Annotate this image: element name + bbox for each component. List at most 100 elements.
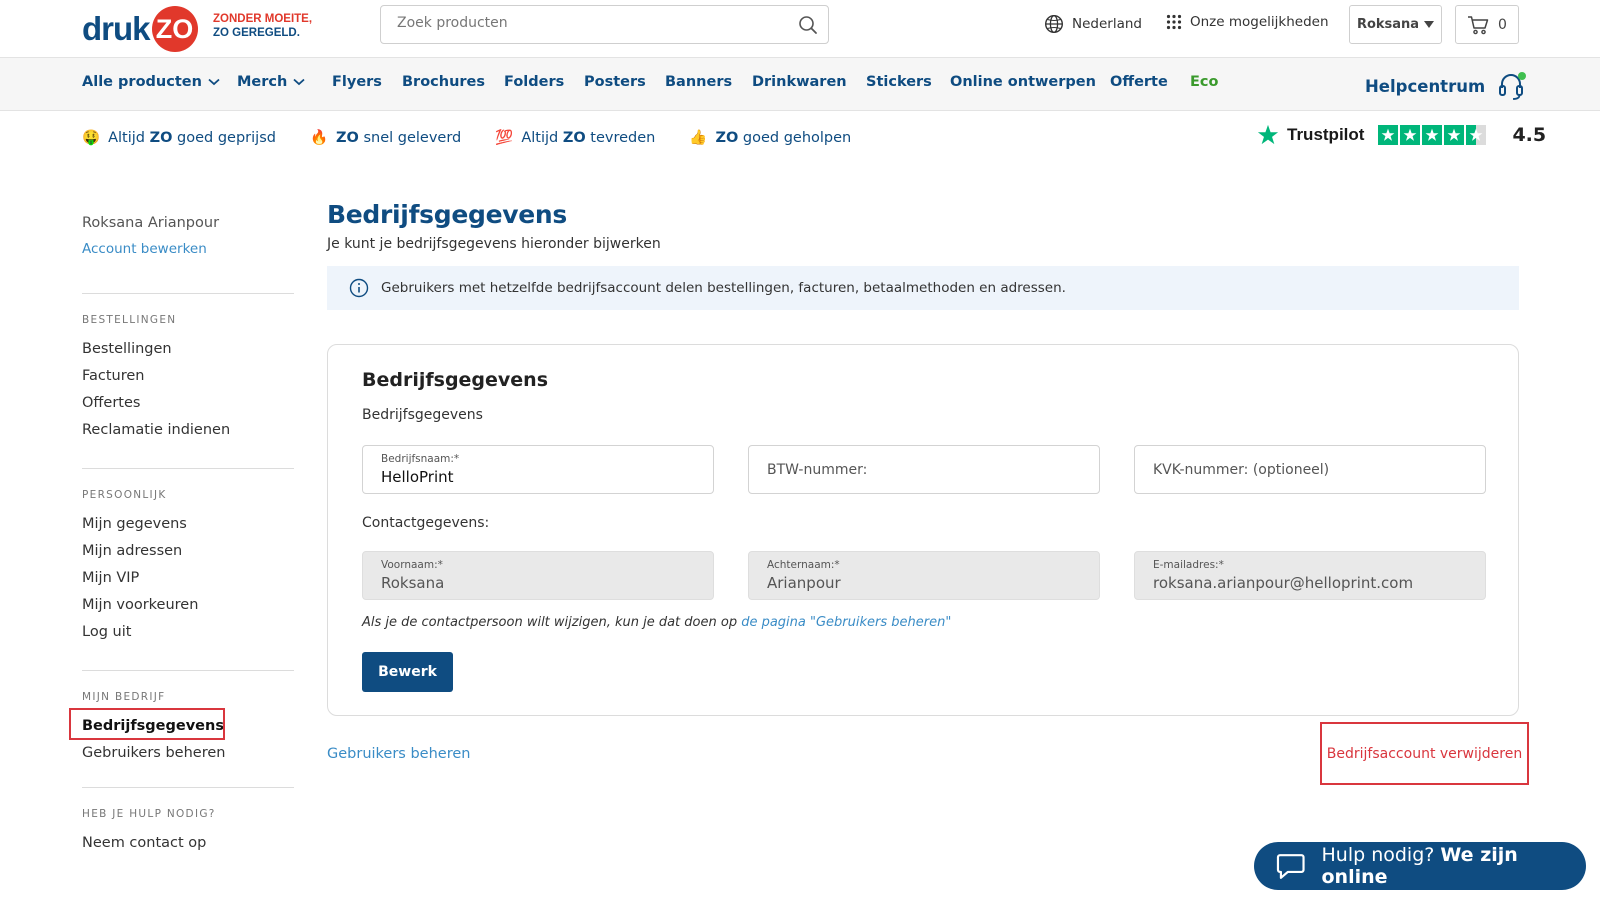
kvk-number-placeholder: KVK-nummer: (optioneel) [1153,462,1330,478]
highlight-annotation-sidebar [69,708,225,740]
chat-widget-button[interactable]: Hulp nodig? We zijn online [1254,842,1586,890]
sidebar-divider [82,787,294,788]
last-name-label: Achternaam:* [767,559,840,571]
search-icon[interactable] [798,15,818,35]
delete-company-account-link[interactable]: Bedrijfsaccount verwijderen [1320,722,1529,785]
sidebar-item-neem-contact-op[interactable]: Neem contact op [82,830,294,857]
manage-users-link[interactable]: Gebruikers beheren [327,746,470,762]
sidebar-group-orders: BESTELLINGEN Bestellingen Facturen Offer… [82,293,294,444]
search-bar [380,5,829,44]
nav-item-posters[interactable]: Posters [584,74,646,90]
trustpilot-star-icon [1257,124,1279,145]
sidebar-user-name: Roksana Arianpour [82,215,220,231]
money-face-emoji-icon: 🤑 [82,130,101,146]
sidebar-item-mijn-voorkeuren[interactable]: Mijn voorkeuren [82,592,294,619]
trustpilot-score: 4.5 [1512,124,1547,146]
nav-item-drinkwaren[interactable]: Drinkwaren [752,74,847,90]
sidebar-item-log-uit[interactable]: Log uit [82,619,294,646]
trustpilot-widget[interactable]: Trustpilot 4.5 [1257,124,1546,146]
sidebar-item-mijn-adressen[interactable]: Mijn adressen [82,538,294,565]
chat-bubble-icon [1276,854,1305,879]
usp-text: ZO snel geleverd [336,129,462,146]
usp-bar: 🤑 Altijd ZO goed geprijsd 🔥 ZO snel gele… [82,129,851,147]
manage-users-page-link[interactable]: de pagina "Gebruikers beheren" [741,615,951,630]
last-name-field: Achternaam:* Arianpour [748,551,1100,600]
nav-item-online-ontwerpen[interactable]: Online ontwerpen [950,74,1096,90]
category-nav: Alle producten Merch Flyers Brochures Fo… [0,58,1600,111]
nav-item-offerte[interactable]: Offerte [1110,74,1168,90]
sidebar-item-bestellingen[interactable]: Bestellingen [82,336,294,363]
logo[interactable]: druk ZO [82,6,198,52]
logo-circle: ZO [151,6,198,52]
globe-icon [1044,14,1064,34]
chevron-down-icon [208,78,220,86]
cart-button[interactable]: 0 [1455,5,1519,44]
search-input[interactable] [397,15,777,31]
nav-item-merch[interactable]: Merch [237,74,305,90]
email-field: E-mailadres:* roksana.arianpour@hellopri… [1134,551,1486,600]
sidebar-item-gebruikers-beheren[interactable]: Gebruikers beheren [82,740,294,767]
usp-price: 🤑 Altijd ZO goed geprijsd [82,129,276,147]
usp-delivery: 🔥 ZO snel geleverd [309,129,462,147]
sidebar-item-mijn-gegevens[interactable]: Mijn gegevens [82,511,294,538]
info-text: Gebruikers met hetzelfde bedrijfsaccount… [381,280,1066,296]
nav-item-stickers[interactable]: Stickers [866,74,932,90]
nav-item-label: Eco [1190,74,1219,90]
email-label: E-mailadres:* [1153,559,1224,571]
last-name-value: Arianpour [767,574,841,592]
helpcenter-link[interactable]: Helpcentrum [1365,71,1527,101]
page-subtitle: Je kunt je bedrijfsgegevens hieronder bi… [327,236,661,252]
company-name-field[interactable]: Bedrijfsnaam:* HelloPrint [362,445,714,494]
nav-item-label: Stickers [866,74,932,90]
email-value: roksana.arianpour@helloprint.com [1153,574,1414,592]
options-label: Onze mogelijkheden [1190,14,1329,30]
usp-text: Altijd ZO tevreden [521,129,656,146]
sidebar-item-offertes[interactable]: Offertes [82,390,294,417]
sidebar-item-mijn-vip[interactable]: Mijn VIP [82,565,294,592]
slogan: ZONDER MOEITE, ZO GEREGELD. [213,12,312,40]
nav-item-flyers[interactable]: Flyers [332,74,382,90]
top-header: druk ZO ZONDER MOEITE, ZO GEREGELD. Nede… [0,0,1600,58]
sidebar-item-reclamatie[interactable]: Reclamatie indienen [82,417,294,444]
usp-helped: 👍 ZO goed geholpen [689,129,851,147]
helpcenter-label: Helpcentrum [1365,76,1486,96]
first-name-label: Voornaam:* [381,559,443,571]
nav-item-label: Merch [237,74,288,90]
sidebar-item-facturen[interactable]: Facturen [82,363,294,390]
nav-item-label: Posters [584,74,646,90]
trustpilot-name: Trustpilot [1287,125,1365,144]
half-star-icon [1466,125,1487,145]
slogan-line-1: ZONDER MOEITE, [213,13,313,25]
options-menu[interactable]: Onze mogelijkheden [1166,14,1329,30]
kvk-number-field[interactable]: KVK-nummer: (optioneel) [1134,445,1486,494]
edit-account-link[interactable]: Account bewerken [82,241,294,257]
nav-item-eco[interactable]: Eco [1190,74,1218,90]
nav-item-label: Flyers [332,74,382,90]
trustpilot-stars [1378,125,1487,145]
cart-count: 0 [1498,16,1507,33]
nav-item-label: Banners [665,74,733,90]
first-name-value: Roksana [381,574,445,592]
country-selector[interactable]: Nederland [1044,14,1142,34]
vat-number-field[interactable]: BTW-nummer: [748,445,1100,494]
fire-emoji-icon: 🔥 [309,130,329,146]
nav-item-folders[interactable]: Folders [504,74,564,90]
edit-button[interactable]: Bewerk [362,652,453,692]
nav-item-brochures[interactable]: Brochures [402,74,485,90]
nav-item-banners[interactable]: Banners [665,74,732,90]
contact-change-note: Als je de contactpersoon wilt wijzigen, … [362,615,951,630]
page-title: Bedrijfsgegevens [327,200,567,229]
company-details-card: Bedrijfsgegevens Bedrijfsgegevens Bedrij… [327,344,1519,716]
nav-item-alle-producten[interactable]: Alle producten [82,74,220,90]
account-sidebar: Roksana Arianpour Account bewerken BESTE… [82,215,294,851]
star-icon [1378,125,1399,145]
grid-dots-icon [1166,14,1182,30]
usp-text: Altijd ZO goed geprijsd [108,129,276,146]
user-name: Roksana [1356,17,1420,32]
nav-item-label: Drinkwaren [752,74,847,90]
nav-item-label: Offerte [1110,74,1168,90]
info-banner: Gebruikers met hetzelfde bedrijfsaccount… [327,266,1519,310]
user-menu-button[interactable]: Roksana [1349,5,1442,44]
sidebar-heading-orders: BESTELLINGEN [82,314,177,326]
star-icon [1400,125,1421,145]
